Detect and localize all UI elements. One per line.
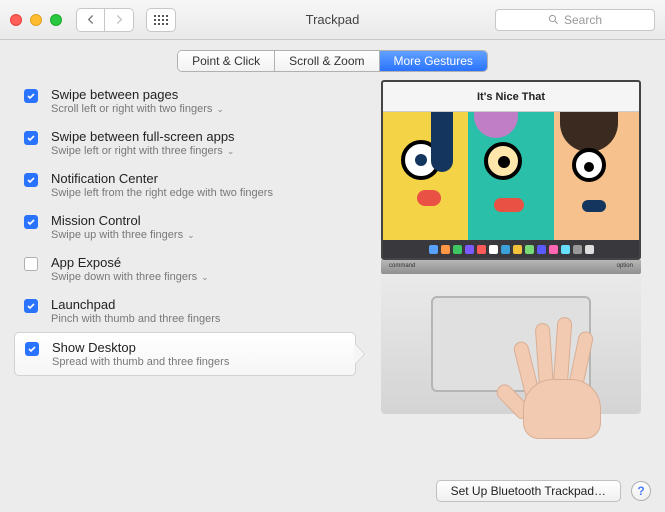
preview-hand [513, 319, 613, 439]
gesture-title: Mission Control [51, 213, 346, 228]
chevron-down-icon[interactable]: ⌄ [216, 104, 224, 115]
preview-dock [383, 240, 639, 258]
trackpad-preferences-window: Trackpad Search Point & Click Scroll & Z… [0, 0, 665, 512]
preview-trackpad-body [381, 274, 641, 414]
dock-icon [501, 245, 510, 254]
gesture-app-expose[interactable]: App Exposé Swipe down with three fingers… [14, 248, 356, 290]
show-all-button[interactable] [146, 8, 176, 32]
gesture-subtitle: Scroll left or right with two fingers [51, 103, 212, 115]
gesture-preview: It's Nice That [371, 80, 651, 460]
gesture-list: Swipe between pages Scroll left or right… [14, 80, 356, 460]
search-placeholder: Search [564, 13, 602, 27]
dock-icon [441, 245, 450, 254]
chevron-down-icon[interactable]: ⌄ [227, 146, 235, 157]
gesture-subtitle: Swipe up with three fingers [51, 229, 183, 241]
dock-icon [465, 245, 474, 254]
dock-icon [525, 245, 534, 254]
gesture-show-desktop[interactable]: Show Desktop Spread with thumb and three… [14, 332, 356, 376]
split-area: Swipe between pages Scroll left or right… [14, 80, 651, 460]
gesture-notification-center[interactable]: Notification Center Swipe left from the … [14, 164, 356, 206]
close-icon[interactable] [10, 14, 22, 26]
tab-point-and-click[interactable]: Point & Click [178, 51, 275, 71]
setup-bluetooth-trackpad-button[interactable]: Set Up Bluetooth Trackpad… [436, 480, 621, 502]
dock-icon [477, 245, 486, 254]
tab-segmented-control: Point & Click Scroll & Zoom More Gesture… [177, 50, 488, 72]
checkbox[interactable] [24, 215, 38, 229]
checkbox[interactable] [24, 89, 38, 103]
dock-icon [549, 245, 558, 254]
preview-site-title: It's Nice That [383, 82, 639, 112]
gesture-mission-control[interactable]: Mission Control Swipe up with three fing… [14, 206, 356, 248]
gesture-title: Launchpad [51, 297, 346, 312]
bottom-bar: Set Up Bluetooth Trackpad… ? [0, 474, 665, 512]
window-controls [10, 14, 62, 26]
checkbox[interactable] [24, 299, 38, 313]
dock-icon [585, 245, 594, 254]
gesture-title: Show Desktop [52, 340, 345, 355]
gesture-subtitle: Swipe down with three fingers [51, 271, 197, 283]
gesture-title: App Exposé [51, 255, 346, 270]
preview-monitor: It's Nice That [381, 80, 641, 260]
dock-icon [513, 245, 522, 254]
checkbox[interactable] [24, 131, 38, 145]
chevron-down-icon[interactable]: ⌄ [201, 272, 209, 283]
preview-artwork [383, 112, 639, 240]
checkbox[interactable] [24, 173, 38, 187]
help-button[interactable]: ? [631, 481, 651, 501]
dock-icon [573, 245, 582, 254]
back-button[interactable] [77, 9, 105, 31]
forward-button[interactable] [105, 9, 133, 31]
key-option: option [617, 263, 633, 271]
gesture-swipe-between-pages[interactable]: Swipe between pages Scroll left or right… [14, 80, 356, 122]
gesture-subtitle: Swipe left from the right edge with two … [51, 187, 273, 199]
titlebar: Trackpad Search [0, 0, 665, 40]
dock-icon [429, 245, 438, 254]
tab-row: Point & Click Scroll & Zoom More Gesture… [14, 50, 651, 72]
gesture-title: Swipe between pages [51, 87, 346, 102]
key-command: command [389, 263, 415, 271]
gesture-subtitle: Swipe left or right with three fingers [51, 145, 223, 157]
dock-icon [453, 245, 462, 254]
nav-buttons [76, 8, 134, 32]
gesture-launchpad[interactable]: Launchpad Pinch with thumb and three fin… [14, 290, 356, 332]
chevron-down-icon[interactable]: ⌄ [187, 230, 195, 241]
tab-more-gestures[interactable]: More Gestures [380, 51, 487, 71]
gesture-swipe-fullscreen-apps[interactable]: Swipe between full-screen apps Swipe lef… [14, 122, 356, 164]
search-icon [548, 14, 559, 25]
checkbox[interactable] [25, 342, 39, 356]
zoom-icon[interactable] [50, 14, 62, 26]
dock-icon [537, 245, 546, 254]
grid-icon [154, 15, 168, 25]
gesture-title: Swipe between full-screen apps [51, 129, 346, 144]
gesture-subtitle: Spread with thumb and three fingers [52, 356, 229, 368]
checkbox[interactable] [24, 257, 38, 271]
content-area: Point & Click Scroll & Zoom More Gesture… [0, 40, 665, 474]
dock-icon [489, 245, 498, 254]
search-input[interactable]: Search [495, 9, 655, 31]
minimize-icon[interactable] [30, 14, 42, 26]
preview-keyboard-row: command option [381, 260, 641, 274]
gesture-subtitle: Pinch with thumb and three fingers [51, 313, 220, 325]
tab-scroll-and-zoom[interactable]: Scroll & Zoom [275, 51, 379, 71]
gesture-title: Notification Center [51, 171, 346, 186]
dock-icon [561, 245, 570, 254]
